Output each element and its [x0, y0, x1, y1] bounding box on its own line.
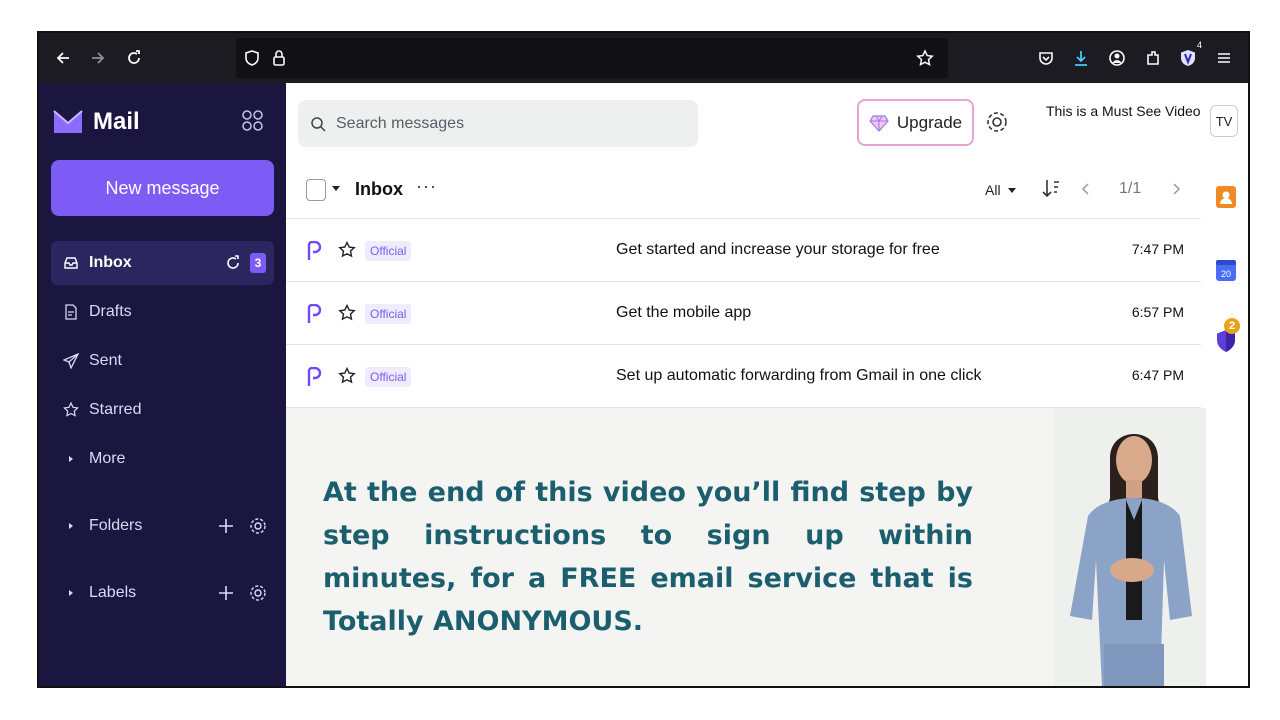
lock-icon[interactable]: [267, 46, 291, 70]
sidebar-item-label: More: [89, 450, 126, 467]
address-bar[interactable]: [236, 38, 948, 78]
official-badge: Official: [365, 304, 412, 324]
sidebar-item-starred[interactable]: Starred: [51, 388, 274, 432]
add-label-icon[interactable]: [217, 584, 235, 602]
search-box[interactable]: [298, 100, 698, 147]
apps-grid-icon[interactable]: [241, 109, 265, 133]
refresh-icon[interactable]: [224, 254, 242, 272]
mail-logo[interactable]: Mail: [53, 108, 140, 136]
presenter-figure: [1054, 408, 1206, 686]
inbox-icon: [63, 255, 79, 271]
search-input[interactable]: [336, 114, 676, 133]
search-icon: [311, 116, 326, 132]
menu-icon[interactable]: [1212, 46, 1236, 70]
video-overlay-panel: At the end of this video you’ll find ste…: [286, 408, 1206, 686]
label-settings-gear-icon[interactable]: [249, 584, 267, 602]
sidebar-item-label: Inbox: [89, 254, 132, 271]
download-icon[interactable]: [1069, 46, 1093, 70]
inbox-panel: Inbox ··· All 1/1 Official Get started a…: [286, 161, 1201, 408]
star-icon[interactable]: [338, 304, 356, 322]
sidebar-item-label: Drafts: [89, 303, 132, 320]
sort-icon[interactable]: [1041, 178, 1061, 200]
star-icon[interactable]: [338, 241, 356, 259]
paper-plane-icon: [63, 353, 79, 369]
app-rail: TV 20 2: [1206, 83, 1248, 686]
message-subject: Get the mobile app: [616, 304, 752, 321]
calendar-icon[interactable]: 20: [1215, 258, 1237, 282]
chevron-left-icon[interactable]: [1078, 180, 1094, 198]
labels-label: Labels: [89, 584, 137, 601]
star-icon: [63, 402, 79, 418]
account-icon[interactable]: [1105, 46, 1129, 70]
mail-main: Upgrade This is a Must See Video Inbox ·…: [286, 83, 1206, 686]
extension-badge: 4: [1196, 40, 1202, 50]
contacts-icon[interactable]: [1215, 185, 1237, 209]
new-message-button[interactable]: New message: [51, 160, 274, 216]
sidebar-item-label: Sent: [89, 352, 122, 369]
proton-sender-icon: [307, 241, 322, 260]
message-row[interactable]: Official Set up automatic forwarding fro…: [286, 346, 1201, 408]
pagination-indicator: 1/1: [1119, 180, 1142, 197]
chevron-right-icon: [63, 518, 79, 534]
sidebar-item-drafts[interactable]: Drafts: [51, 290, 274, 334]
chevron-right-icon: [63, 451, 79, 467]
diamond-icon: [869, 114, 889, 132]
sidebar-item-more[interactable]: More: [51, 437, 274, 481]
proton-mail-logo-icon: [53, 110, 83, 133]
vpn-notification-badge: 2: [1224, 318, 1240, 334]
message-row[interactable]: Official Get started and increase your s…: [286, 220, 1201, 282]
select-all-checkbox[interactable]: [306, 179, 326, 201]
filter-dropdown[interactable]: All: [985, 182, 1017, 198]
bookmark-star-icon[interactable]: [913, 46, 937, 70]
sidebar-item-label: Starred: [89, 401, 142, 418]
upgrade-button[interactable]: Upgrade: [857, 99, 974, 146]
more-options-icon[interactable]: ···: [416, 176, 437, 197]
proton-sender-icon: [307, 304, 322, 323]
avatar[interactable]: TV: [1210, 105, 1238, 137]
chevron-down-icon: [1007, 188, 1016, 193]
folder-title: Inbox: [355, 179, 403, 199]
sidebar-item-sent[interactable]: Sent: [51, 339, 274, 383]
official-badge: Official: [365, 367, 412, 387]
folders-label: Folders: [89, 517, 143, 534]
pocket-icon[interactable]: [1034, 46, 1058, 70]
message-list-toolbar: Inbox ··· All 1/1: [286, 161, 1201, 219]
calendar-day: 20: [1221, 269, 1231, 279]
chevron-right-icon[interactable]: [1168, 180, 1184, 198]
mail-sidebar: Mail New message Inbox 3 Drafts Sent Sta…: [39, 83, 286, 686]
proton-sender-icon: [307, 367, 322, 386]
shield-icon[interactable]: [240, 46, 264, 70]
overlay-caption: At the end of this video you’ll find ste…: [323, 477, 973, 637]
forward-arrow-icon[interactable]: [86, 46, 110, 70]
message-row[interactable]: Official Get the mobile app 6:57 PM: [286, 283, 1201, 345]
vpn-extension-icon[interactable]: 4: [1176, 40, 1202, 70]
reload-icon[interactable]: [122, 46, 146, 70]
chevron-right-icon: [63, 585, 79, 601]
upgrade-label: Upgrade: [896, 112, 963, 132]
filter-label: All: [985, 182, 1001, 198]
official-badge: Official: [365, 241, 412, 261]
browser-toolbar: 4: [39, 33, 1248, 83]
star-icon[interactable]: [338, 367, 356, 385]
chevron-down-icon[interactable]: [331, 183, 341, 193]
settings-gear-icon[interactable]: [985, 110, 1009, 134]
unread-count-badge: 3: [250, 253, 266, 273]
message-time: 7:47 PM: [1131, 241, 1184, 257]
user-display-name[interactable]: This is a Must See Video: [1046, 103, 1201, 119]
folder-settings-gear-icon[interactable]: [249, 517, 267, 535]
draft-file-icon: [63, 304, 79, 320]
message-subject: Get started and increase your storage fo…: [616, 241, 940, 258]
screen-frame: 4 Mail New message Inbox 3 Drafts Sent S…: [37, 31, 1250, 688]
back-arrow-icon[interactable]: [51, 46, 75, 70]
add-folder-icon[interactable]: [217, 517, 235, 535]
message-time: 6:47 PM: [1131, 367, 1184, 383]
sidebar-section-folders[interactable]: Folders: [51, 504, 274, 548]
message-subject: Set up automatic forwarding from Gmail i…: [616, 367, 982, 384]
extensions-icon[interactable]: [1141, 46, 1165, 70]
sidebar-section-labels[interactable]: Labels: [51, 571, 274, 615]
logo-text: Mail: [93, 108, 140, 135]
message-time: 6:57 PM: [1131, 304, 1184, 320]
sidebar-item-inbox[interactable]: Inbox 3: [51, 241, 274, 285]
